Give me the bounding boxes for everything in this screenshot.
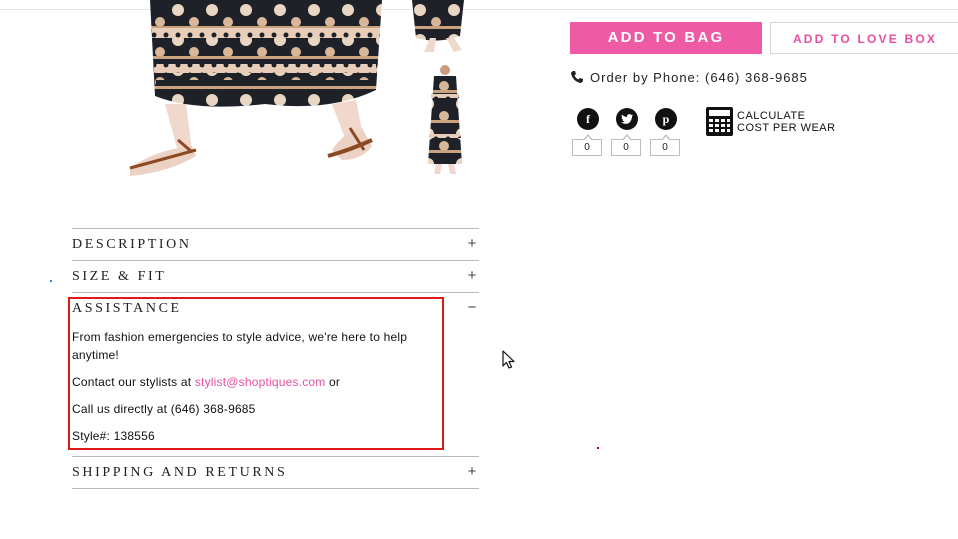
accordion-size-fit[interactable]: SIZE & FIT + (72, 260, 479, 292)
calculator-icon (706, 107, 733, 136)
pinterest-share[interactable]: p 0 (650, 108, 682, 156)
calculate-label-line1: CALCULATE (737, 110, 806, 122)
accordion-description-title: DESCRIPTION (72, 237, 192, 252)
twitter-share[interactable]: 0 (611, 108, 643, 156)
accordion-size-fit-title: SIZE & FIT (72, 269, 167, 284)
facebook-icon[interactable]: f (577, 108, 599, 130)
assistance-intro: From fashion emergencies to style advice… (72, 330, 408, 362)
pinterest-icon[interactable]: p (655, 108, 677, 130)
accordion-assistance-title: ASSISTANCE (72, 301, 182, 316)
collapse-icon[interactable]: − (465, 299, 479, 316)
facebook-share[interactable]: f 0 (572, 108, 604, 156)
twitter-icon[interactable] (616, 108, 638, 130)
calculate-label-line2: COST PER WEAR (737, 122, 836, 134)
expand-icon[interactable]: + (465, 235, 479, 252)
accordion-description[interactable]: DESCRIPTION + (72, 228, 479, 260)
assistance-contact-line: Contact our stylists at stylist@shoptiqu… (72, 373, 444, 391)
calculate-cost-per-wear-label[interactable]: CALCULATE COST PER WEAR (737, 110, 836, 134)
twitter-share-count: 0 (611, 134, 641, 156)
order-by-phone: Order by Phone: (646) 368-9685 (570, 70, 808, 85)
phone-icon (570, 70, 584, 84)
product-info-accordion: DESCRIPTION + SIZE & FIT + ASSISTANCE − … (72, 228, 479, 489)
accordion-assistance[interactable]: ASSISTANCE − From fashion emergencies to… (72, 292, 479, 456)
pinterest-share-count: 0 (650, 134, 680, 156)
product-main-image[interactable] (100, 0, 400, 185)
facebook-share-count: 0 (572, 134, 602, 156)
assistance-content: From fashion emergencies to style advice… (72, 328, 444, 454)
expand-icon[interactable]: + (465, 463, 479, 480)
stylist-email-link[interactable]: stylist@shoptiques.com (195, 375, 326, 389)
accordion-shipping-title: SHIPPING AND RETURNS (72, 465, 288, 480)
order-by-phone-text: Order by Phone: (646) 368-9685 (590, 70, 808, 85)
artifact-dot (50, 280, 52, 282)
accordion-shipping-returns[interactable]: SHIPPING AND RETURNS + (72, 456, 479, 489)
add-to-bag-button[interactable]: ADD TO BAG (570, 22, 762, 54)
contact-suffix: or (325, 375, 341, 389)
product-thumbnail-1[interactable] (410, 0, 468, 56)
style-number: Style#: 138556 (72, 429, 155, 443)
artifact-dot (597, 447, 599, 449)
contact-prefix: Contact our stylists at (72, 375, 195, 389)
add-to-love-box-button[interactable]: ADD TO LOVE BOX (770, 22, 958, 54)
expand-icon[interactable]: + (465, 267, 479, 284)
mouse-cursor-icon (502, 350, 516, 370)
assistance-call-line: Call us directly at (646) 368-9685 (72, 402, 256, 416)
product-thumbnail-2[interactable] (418, 64, 472, 178)
